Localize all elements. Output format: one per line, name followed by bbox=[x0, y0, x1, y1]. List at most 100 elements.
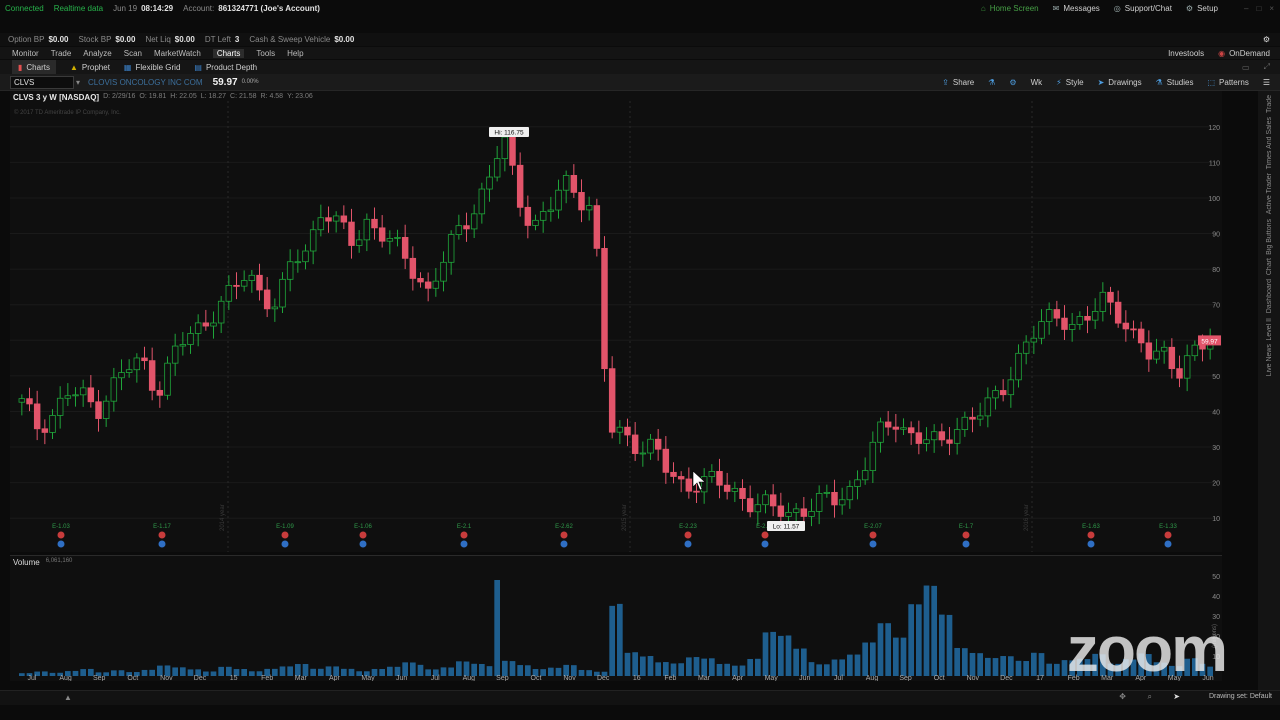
menu-scan[interactable]: Scan bbox=[124, 49, 142, 58]
drawing-set[interactable]: Drawing set: Default bbox=[1209, 693, 1272, 700]
share-button[interactable]: ⇪ Share bbox=[942, 78, 974, 87]
patterns-button[interactable]: ⬚ Patterns bbox=[1207, 78, 1248, 87]
volume-bar bbox=[555, 667, 562, 676]
menu-trade[interactable]: Trade bbox=[51, 49, 72, 58]
x-tick-label: Nov bbox=[967, 675, 980, 681]
candle-body bbox=[984, 397, 992, 417]
menu-tools[interactable]: Tools bbox=[256, 49, 275, 58]
candle-body bbox=[455, 225, 463, 235]
restore-window-icon[interactable]: ▭ bbox=[1242, 63, 1250, 72]
menu-analyze[interactable]: Analyze bbox=[83, 49, 111, 58]
volume-bar bbox=[463, 661, 470, 676]
studies-button[interactable]: ⚗ Studies bbox=[1156, 78, 1194, 87]
rail-big-buttons[interactable]: Big Buttons bbox=[1266, 219, 1273, 255]
rail-active-trader[interactable]: Active Trader bbox=[1266, 173, 1273, 214]
tab-flexible-grid-label: Flexible Grid bbox=[135, 62, 181, 72]
support-link[interactable]: ◎ Support/Chat bbox=[1114, 4, 1172, 13]
share-icon: ⇪ bbox=[942, 77, 949, 87]
x-tick-label: Oct bbox=[531, 675, 542, 681]
chart-settings-icon[interactable]: ⚙ bbox=[1009, 78, 1016, 87]
tab-product-depth-label: Product Depth bbox=[205, 62, 258, 72]
candle-body bbox=[424, 281, 432, 289]
candle-body bbox=[731, 487, 739, 492]
ondemand-link[interactable]: ◉ OnDemand bbox=[1218, 49, 1270, 58]
volume-bar bbox=[1038, 653, 1045, 676]
earnings-marker-red bbox=[359, 531, 367, 539]
candle-body bbox=[125, 369, 133, 373]
rail-dashboard[interactable]: Dashboard bbox=[1266, 279, 1273, 313]
candle-body bbox=[440, 261, 447, 282]
messages-link[interactable]: ✉ Messages bbox=[1053, 4, 1100, 13]
price-plot[interactable]: E-1.03 E-1.17 E-1.09 E-1.06 E-2.1 E-2.62 E-2.2… bbox=[10, 91, 1222, 552]
panel-menu-icon[interactable]: ☰ bbox=[1263, 78, 1270, 87]
rail-live-news[interactable]: Live News bbox=[1266, 344, 1273, 376]
candle-body bbox=[26, 398, 33, 405]
drawings-button[interactable]: ➤ Drawings bbox=[1098, 78, 1142, 87]
flask-icon[interactable]: ⚗ bbox=[988, 78, 995, 87]
x-tick-label: Sep bbox=[93, 675, 106, 681]
volume-plot[interactable]: 1020304050(millions) Jul Aug Sep Oct Nov Dec 1… bbox=[10, 556, 1222, 681]
prophet-icon: ▲ bbox=[69, 62, 78, 72]
menu-help[interactable]: Help bbox=[287, 49, 303, 58]
symbol-dropdown-icon[interactable]: ▾ bbox=[76, 78, 80, 87]
volume-bar bbox=[701, 658, 707, 676]
rail-level-ii[interactable]: Level II bbox=[1266, 318, 1273, 341]
collapse-icon[interactable]: ▲ bbox=[64, 693, 72, 702]
tab-product-depth[interactable]: ▤ Product Depth bbox=[194, 63, 257, 72]
account-value[interactable]: 861324771 (Joe's Account) bbox=[218, 4, 320, 13]
volume-chart[interactable]: Volume 6,061,160 10 20 30 40 50 (millions) Ju… bbox=[10, 555, 1222, 681]
candle-body bbox=[808, 511, 815, 517]
settings-gear-icon[interactable]: ⚙ bbox=[1263, 35, 1270, 44]
setup-label: Setup bbox=[1197, 4, 1218, 13]
volume-bar bbox=[494, 580, 500, 676]
tab-prophet[interactable]: ▲ Prophet bbox=[70, 63, 110, 72]
home-screen-link[interactable]: ⌂ Home Screen bbox=[981, 4, 1039, 13]
maximize-icon[interactable]: □ bbox=[1256, 4, 1261, 13]
rail-chart[interactable]: Chart bbox=[1266, 258, 1273, 275]
pointer-tool-icon[interactable]: ➤ bbox=[1173, 692, 1180, 701]
candle-body bbox=[992, 390, 999, 399]
candle-body bbox=[263, 289, 271, 310]
candle-body bbox=[1053, 309, 1061, 319]
setup-link[interactable]: ⚙ Setup bbox=[1186, 4, 1218, 13]
volume-bar bbox=[111, 670, 117, 676]
symbol-input[interactable] bbox=[10, 75, 74, 89]
y-tick-label: 50 bbox=[1212, 374, 1220, 381]
expand-icon[interactable]: ⤢ bbox=[1264, 62, 1270, 72]
rail-times-and-sales[interactable]: Times And Sales bbox=[1266, 117, 1273, 169]
connection-status: Connected bbox=[5, 4, 44, 13]
pointer-icon: ➤ bbox=[1097, 77, 1105, 87]
earnings-label: E-1.7 bbox=[959, 524, 974, 530]
magnifier-icon[interactable]: ⌕ bbox=[1148, 692, 1152, 702]
earnings-marker-red bbox=[1087, 531, 1095, 539]
candle-body bbox=[378, 227, 386, 242]
tab-flexible-grid[interactable]: ▦ Flexible Grid bbox=[124, 63, 180, 72]
menu-marketwatch[interactable]: MarketWatch bbox=[154, 49, 201, 58]
menu-monitor[interactable]: Monitor bbox=[12, 49, 39, 58]
price-chart[interactable]: CLVS 3 y W [NASDAQ] D: 2/29/16 O: 19.81 … bbox=[10, 91, 1222, 552]
style-button[interactable]: ⚡ Style bbox=[1056, 78, 1083, 87]
x-tick-label: Jun bbox=[799, 675, 810, 681]
rail-trade[interactable]: Trade bbox=[1266, 95, 1273, 113]
candle-body bbox=[141, 357, 148, 362]
aggregation-button[interactable]: Wk bbox=[1031, 78, 1043, 87]
dividend-marker-blue bbox=[158, 540, 166, 548]
menu-charts[interactable]: Charts bbox=[212, 48, 245, 58]
volume-bar bbox=[49, 672, 56, 676]
patterns-label: Patterns bbox=[1219, 77, 1249, 87]
candle-body bbox=[18, 398, 26, 403]
close-icon[interactable]: × bbox=[1269, 4, 1274, 13]
pan-icon[interactable]: ✥ bbox=[1119, 692, 1126, 701]
investools-link[interactable]: Investools bbox=[1168, 49, 1204, 58]
candle-body bbox=[685, 478, 693, 492]
dividend-marker-blue bbox=[761, 540, 769, 548]
x-tick-label: Dec bbox=[597, 675, 610, 681]
candle-body bbox=[1107, 291, 1114, 303]
minimize-icon[interactable]: – bbox=[1244, 4, 1248, 13]
candle-body bbox=[570, 174, 578, 193]
tab-charts[interactable]: ▮ Charts bbox=[12, 60, 56, 74]
candle-body bbox=[969, 416, 976, 420]
candle-body bbox=[938, 431, 946, 441]
candle-body bbox=[1038, 321, 1045, 339]
volume-bar bbox=[456, 661, 462, 676]
